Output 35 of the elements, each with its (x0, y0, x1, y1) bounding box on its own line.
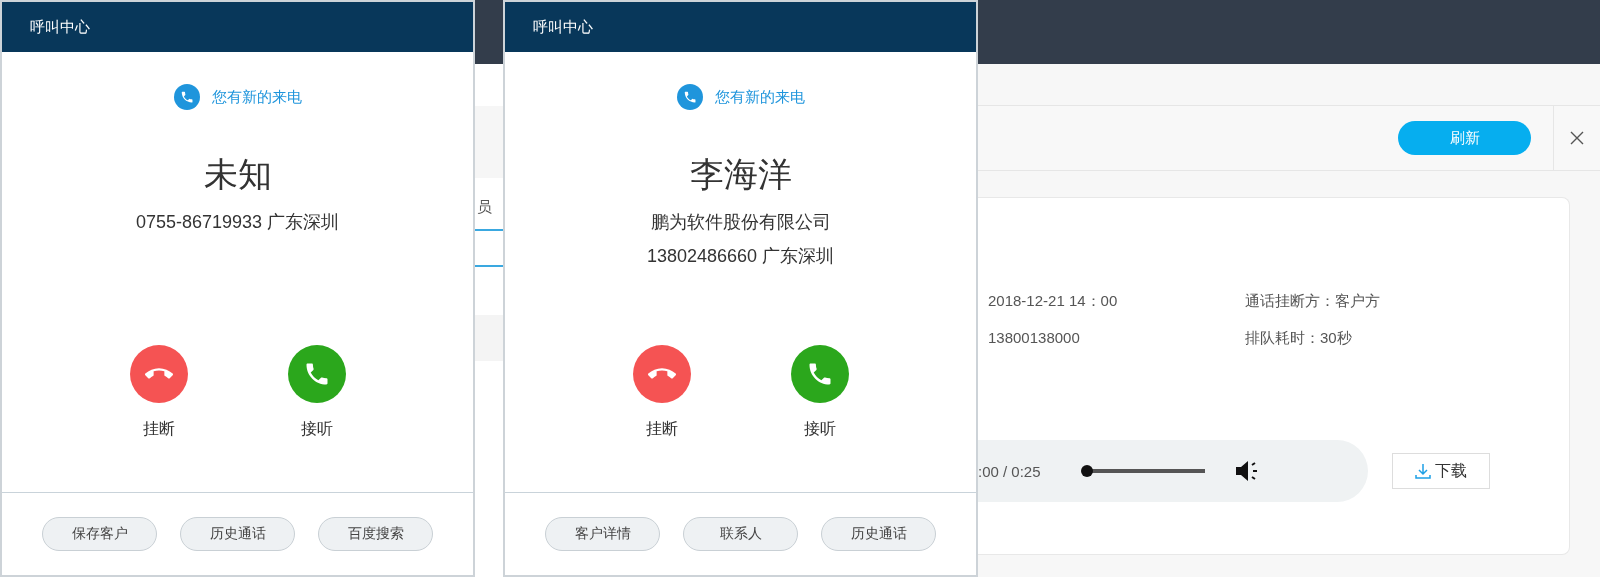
hang-up-button[interactable] (632, 345, 691, 403)
incoming-call-notice: 您有新的来电 (211, 87, 302, 107)
detail-value: 排队耗时：30秒 (1245, 329, 1353, 348)
detail-value: 通话挂断方：客户方 (1245, 292, 1381, 311)
action-label: 接听 (803, 419, 836, 439)
caller-name: 未知 (203, 154, 272, 195)
playback-time: :00 / 0:25 (978, 462, 1041, 480)
window-title: 呼叫中心 (533, 17, 593, 37)
caller-info: 鹏为软件股份有限公司 (650, 211, 831, 234)
window-title: 呼叫中心 (30, 17, 90, 37)
footer-button[interactable]: 客户详情 (545, 517, 660, 551)
caller-info: 13802486660 广东深圳 (646, 245, 835, 268)
download-button[interactable]: 下载 (1392, 453, 1490, 489)
action-label: 挂断 (142, 419, 175, 439)
footer-button[interactable]: 历史通话 (821, 517, 936, 551)
close-icon[interactable] (1570, 131, 1584, 145)
detail-value: 2018-12-21 14：00 (988, 292, 1119, 311)
footer-button[interactable]: 百度搜索 (318, 517, 433, 551)
caller-name: 李海洋 (689, 154, 792, 195)
action-label: 接听 (300, 419, 333, 439)
phone-icon (173, 84, 200, 110)
download-icon (1415, 463, 1431, 479)
hang-up-button[interactable] (129, 345, 188, 403)
caller-info: 0755-86719933 广东深圳 (135, 211, 340, 234)
incoming-call-notice: 您有新的来电 (714, 87, 805, 107)
answer-button[interactable] (790, 345, 849, 403)
progress-slider[interactable] (1080, 465, 1205, 477)
progress-thumb[interactable] (1080, 465, 1093, 477)
detail-value: 13800138000 (988, 329, 1081, 348)
action-label: 挂断 (645, 419, 678, 439)
footer-button[interactable]: 历史通话 (180, 517, 295, 551)
answer-button[interactable] (287, 345, 346, 403)
phone-icon (676, 84, 703, 110)
footer-button[interactable]: 保存客户 (42, 517, 157, 551)
footer-button[interactable]: 联系人 (683, 517, 798, 551)
